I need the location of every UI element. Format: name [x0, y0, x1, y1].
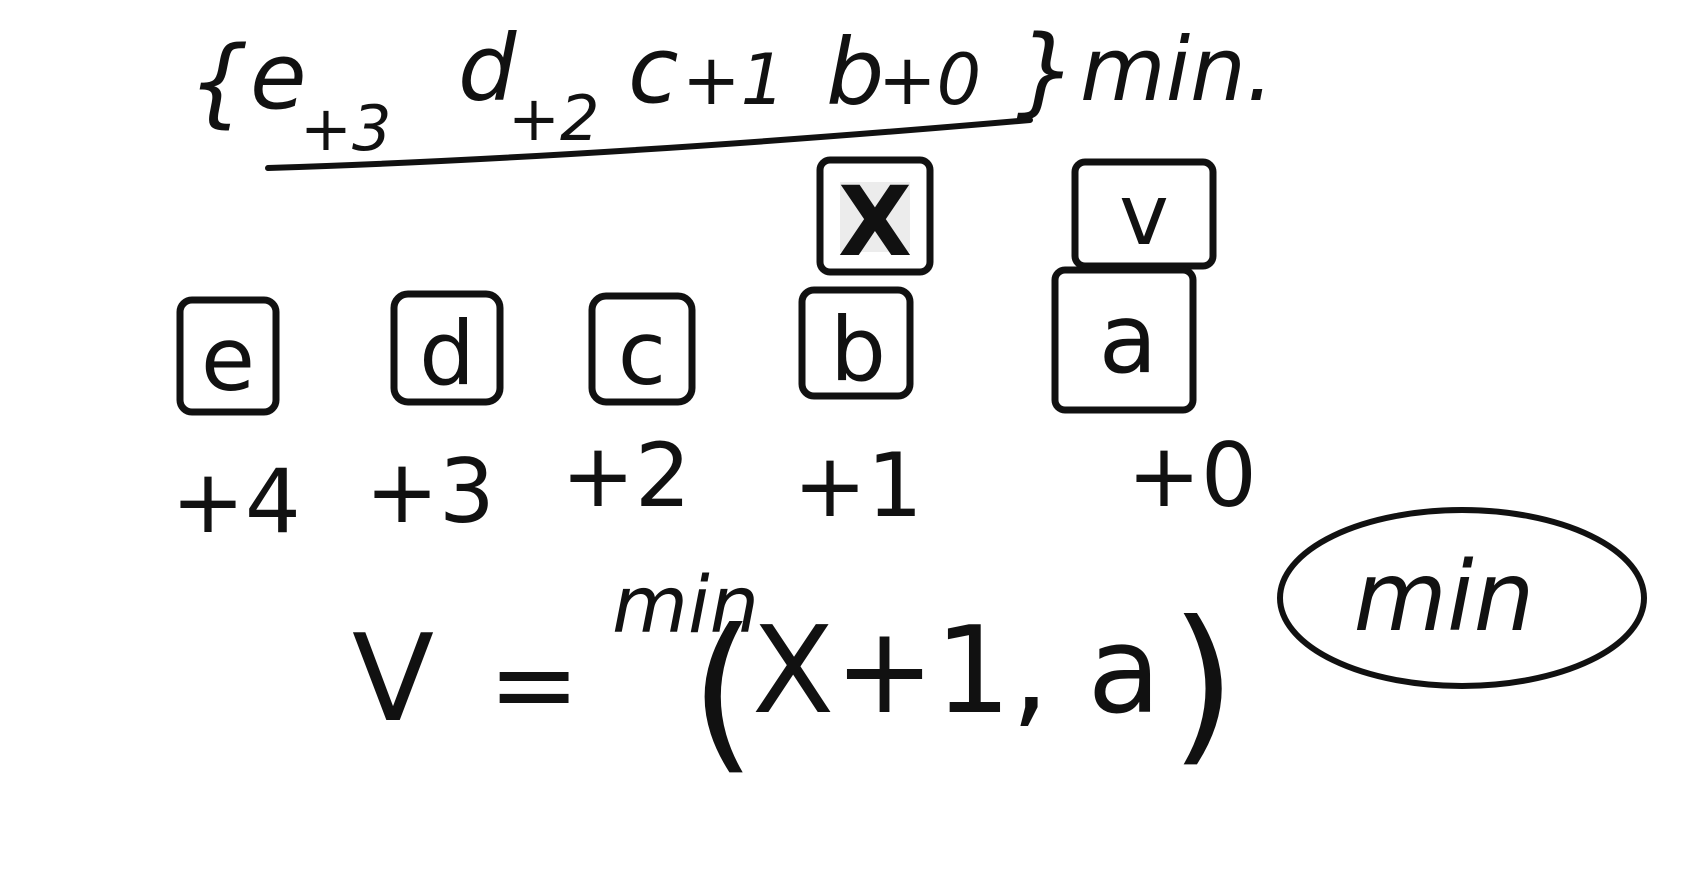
whiteboard-drawing: { e +3 d +2 c +1 b +0 } min. X v e d c b…: [171, 15, 1647, 791]
formula: V = min ( X+1, a ): [352, 561, 1236, 791]
offset-label: +0: [1127, 424, 1257, 527]
offset-label: +1: [793, 434, 923, 537]
bottom-box-row: e d c b a: [176, 266, 1197, 416]
formula-args: X+1, a: [752, 602, 1161, 741]
offset-label: +3: [365, 440, 495, 543]
box-e-label: e: [201, 308, 255, 411]
offset-label: +2: [561, 424, 691, 527]
circled-min-note: min: [1277, 507, 1647, 689]
formula-lhs: V: [352, 610, 434, 749]
header-open-brace: {: [188, 26, 249, 138]
box-c-label: c: [618, 302, 666, 405]
box-x-label: X: [838, 166, 912, 278]
formula-close-paren: ): [1170, 585, 1236, 783]
formula-open-paren: (: [690, 593, 756, 791]
top-box-row: X v: [816, 156, 1217, 278]
formula-equals: =: [488, 620, 580, 748]
header-item-letter: b: [826, 19, 884, 126]
header-suffix: min.: [1080, 18, 1274, 121]
box-d-label: d: [419, 302, 475, 405]
box-b-label: b: [830, 298, 886, 401]
header-item-letter: e: [250, 23, 307, 130]
header-item-subscript: +3: [300, 92, 391, 165]
offset-row: +4 +3 +2 +1 +0: [171, 424, 1257, 553]
header-item-subscript: +2: [508, 82, 599, 155]
circle-label: min: [1353, 541, 1534, 653]
whiteboard-canvas: { e +3 d +2 c +1 b +0 } min. X v e d c b…: [0, 0, 1688, 896]
header-item-letter: c: [628, 17, 679, 124]
box-a-label: a: [1099, 283, 1158, 395]
header-item-subscript: +1: [682, 39, 785, 121]
header-item-subscript: +0: [878, 39, 981, 121]
header-close-brace: }: [1016, 15, 1077, 127]
box-v-label: v: [1119, 166, 1169, 264]
offset-label: +4: [171, 450, 301, 553]
